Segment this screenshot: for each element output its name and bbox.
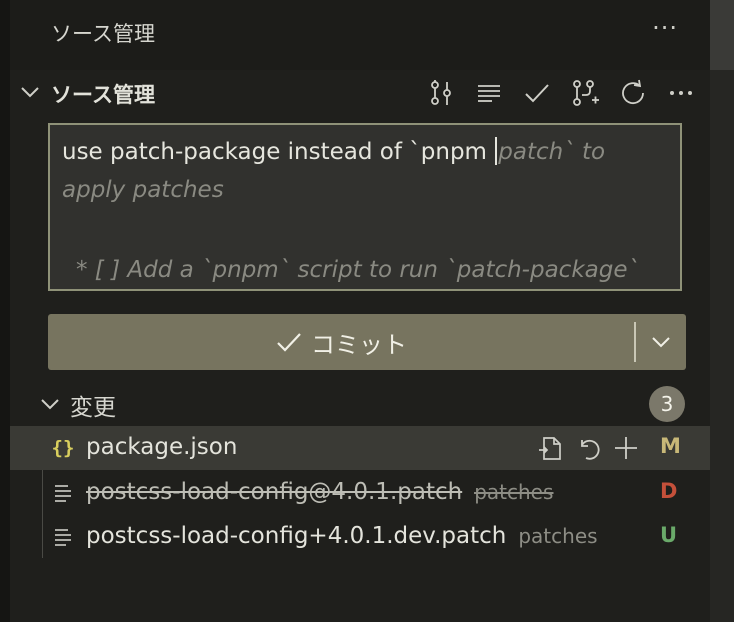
open-file-button[interactable]	[534, 432, 566, 464]
refresh-icon	[622, 79, 644, 105]
file-name: postcss-load-config+4.0.1.dev.patch patch…	[86, 523, 598, 549]
changes-group-header[interactable]: 変更 3	[10, 384, 710, 424]
file-name: package.json	[86, 434, 238, 460]
plus-icon	[615, 437, 637, 459]
scrollbar-thumb[interactable]	[710, 0, 734, 70]
source-control-panel: ソース管理 ··· ソース管理 use patch-package instea…	[10, 0, 710, 622]
commit-message-placeholder: patch` to	[498, 139, 606, 165]
pull-request-icon	[573, 80, 599, 106]
commit-message-placeholder-line3: * [ ] Add a `pnpm` script to run `patch-…	[76, 257, 639, 283]
view-title-bar: ソース管理 ···	[10, 0, 710, 70]
view-more-icon[interactable]: ···	[652, 14, 678, 42]
scrollbar[interactable]	[710, 0, 734, 622]
check-icon	[277, 333, 301, 352]
file-status-deleted: D	[660, 479, 678, 503]
view-as-tree-button[interactable]	[424, 76, 458, 110]
file-row[interactable]: postcss-load-config@4.0.1.patch patches D	[10, 471, 710, 515]
go-to-file-icon	[539, 437, 561, 460]
commit-button-label: コミット	[311, 330, 407, 359]
more-actions-button[interactable]	[664, 76, 698, 110]
file-name-text: postcss-load-config+4.0.1.dev.patch	[86, 523, 507, 549]
commit-check-button[interactable]	[520, 76, 554, 110]
file-directory: patches	[474, 480, 554, 504]
section-title: ソース管理	[51, 83, 155, 107]
refresh-button[interactable]	[616, 76, 650, 110]
file-name: postcss-load-config@4.0.1.patch patches	[86, 479, 553, 505]
commit-message-input[interactable]: use patch-package instead of `pnpm patch…	[48, 123, 682, 291]
chevron-down-icon[interactable]	[18, 80, 42, 104]
check-icon	[525, 84, 549, 103]
text-file-icon	[50, 523, 76, 551]
file-name-text: postcss-load-config@4.0.1.patch	[86, 479, 463, 505]
commit-message-typed: use patch-package instead of `pnpm	[62, 139, 495, 165]
view-as-list-button[interactable]	[472, 76, 506, 110]
file-row[interactable]: postcss-load-config+4.0.1.dev.patch patch…	[10, 515, 710, 559]
chevron-down-icon	[652, 337, 670, 348]
list-icon	[478, 85, 500, 102]
commit-dropdown-button[interactable]	[636, 314, 686, 370]
file-status-untracked: U	[660, 523, 678, 547]
chevron-down-icon[interactable]	[38, 392, 62, 416]
file-row[interactable]: {} package.json M	[10, 426, 710, 470]
json-icon: {}	[51, 437, 75, 459]
file-directory: patches	[518, 524, 598, 548]
commit-button[interactable]: コミット	[48, 314, 686, 370]
text-caret	[495, 137, 498, 165]
graph-icon	[431, 80, 451, 105]
stage-changes-button[interactable]	[610, 432, 642, 464]
text-file-icon	[50, 479, 76, 507]
create-pull-request-button[interactable]	[568, 76, 602, 110]
commit-message-placeholder-line2: apply patches	[62, 177, 224, 203]
changes-title: 変更	[70, 395, 116, 421]
view-title: ソース管理	[51, 22, 155, 46]
file-status-modified: M	[660, 434, 681, 458]
discard-icon	[581, 439, 600, 460]
changes-count-badge: 3	[649, 386, 685, 422]
source-control-section-header[interactable]: ソース管理	[10, 70, 710, 116]
ellipsis-icon	[670, 91, 692, 95]
discard-changes-button[interactable]	[572, 432, 604, 464]
